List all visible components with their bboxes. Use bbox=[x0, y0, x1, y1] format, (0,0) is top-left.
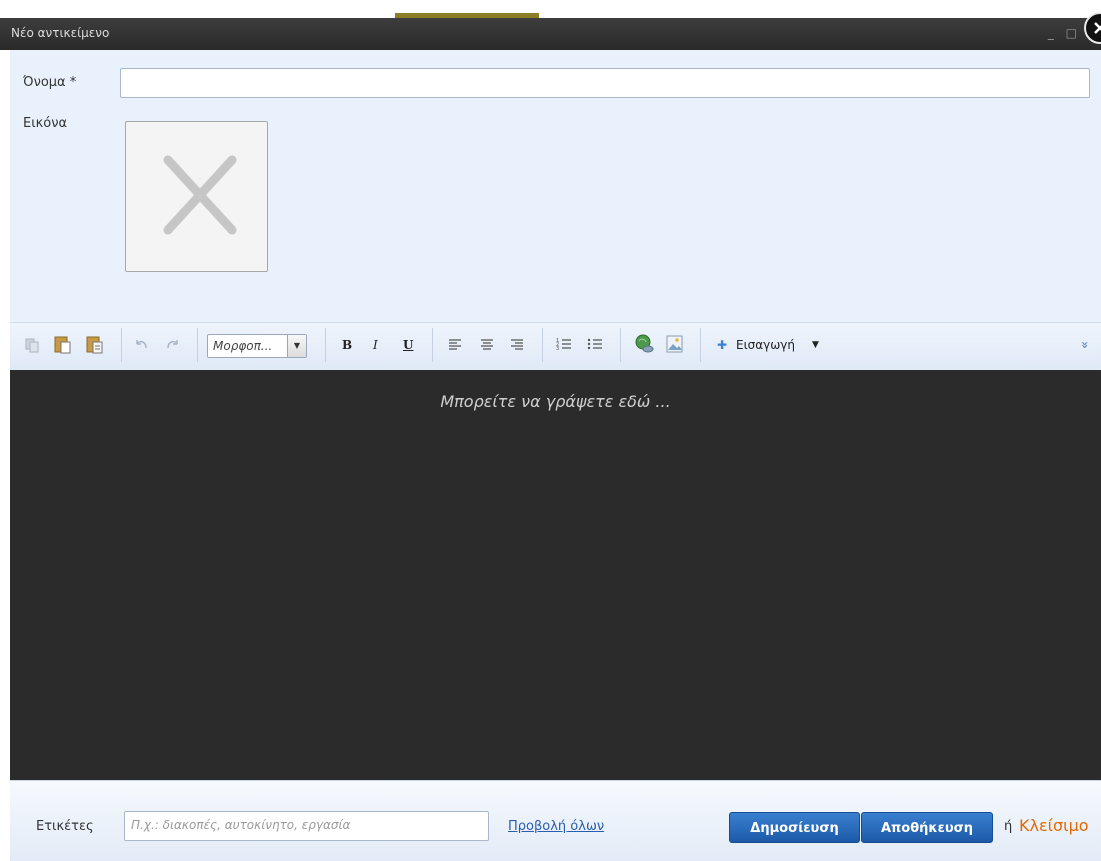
toolbar-separator bbox=[432, 328, 433, 362]
name-input[interactable] bbox=[120, 68, 1090, 98]
toolbar-separator bbox=[700, 328, 701, 362]
close-circle-icon[interactable] bbox=[1084, 12, 1101, 44]
format-select-value: Μορφοπ... bbox=[213, 339, 273, 353]
chevron-down-icon[interactable]: ▼ bbox=[287, 335, 306, 357]
image-label: Εικόνα bbox=[23, 116, 68, 131]
window-title: Νέο αντικείμενο bbox=[11, 26, 110, 40]
underline-button[interactable]: U bbox=[403, 338, 413, 352]
window-titlebar: Νέο αντικείμενο _ □ bbox=[0, 12, 1101, 50]
format-select[interactable]: Μορφοπ... ▼ bbox=[207, 334, 307, 358]
tags-label: Ετικέτες bbox=[36, 819, 94, 834]
align-left-icon[interactable] bbox=[446, 333, 464, 355]
image-placeholder[interactable] bbox=[125, 121, 268, 272]
publish-button[interactable]: Δημοσίευση bbox=[729, 812, 860, 843]
copy-icon[interactable] bbox=[23, 333, 41, 355]
redo-icon[interactable] bbox=[163, 333, 181, 355]
rich-text-editor[interactable]: Μπορείτε να γράψετε εδώ ... bbox=[10, 370, 1101, 780]
toolbar-separator bbox=[121, 328, 122, 362]
toolbar-separator bbox=[542, 328, 543, 362]
close-link[interactable]: Κλείσιμο bbox=[1019, 816, 1089, 835]
align-center-icon[interactable] bbox=[478, 333, 496, 355]
undo-icon[interactable] bbox=[133, 333, 151, 355]
name-label: Όνομα * bbox=[23, 75, 77, 90]
insert-chevron-down-icon[interactable]: ▼ bbox=[812, 340, 819, 350]
svg-text:3: 3 bbox=[556, 346, 559, 352]
or-text: ή bbox=[1004, 819, 1013, 834]
numbered-list-icon[interactable]: 123 bbox=[555, 333, 573, 355]
paste-text-icon[interactable] bbox=[84, 333, 106, 355]
insert-menu-button[interactable]: Εισαγωγή bbox=[736, 338, 795, 352]
paste-icon[interactable] bbox=[52, 333, 74, 355]
bullet-list-icon[interactable] bbox=[586, 333, 604, 355]
save-button[interactable]: Αποθήκευση bbox=[861, 812, 993, 843]
italic-button[interactable]: I bbox=[373, 338, 378, 352]
window-controls[interactable]: _ □ bbox=[1048, 26, 1081, 40]
link-globe-icon[interactable] bbox=[634, 333, 656, 355]
toolbar-separator bbox=[197, 328, 198, 362]
align-right-icon[interactable] bbox=[508, 333, 526, 355]
editor-placeholder: Μπορείτε να γράψετε εδώ ... bbox=[440, 392, 671, 411]
tags-input[interactable]: Π.χ.: διακοπές, αυτοκίνητο, εργασία bbox=[124, 811, 489, 841]
toolbar-separator bbox=[620, 328, 621, 362]
expand-toolbar-icon[interactable]: » bbox=[1078, 341, 1092, 349]
plus-icon[interactable]: ✚ bbox=[717, 338, 727, 352]
no-image-x-icon bbox=[163, 155, 237, 235]
bold-button[interactable]: B bbox=[342, 338, 352, 352]
top-strip bbox=[0, 0, 1101, 18]
view-all-link[interactable]: Προβολή όλων bbox=[508, 819, 604, 834]
image-icon[interactable] bbox=[664, 333, 686, 355]
toolbar-separator bbox=[325, 328, 326, 362]
